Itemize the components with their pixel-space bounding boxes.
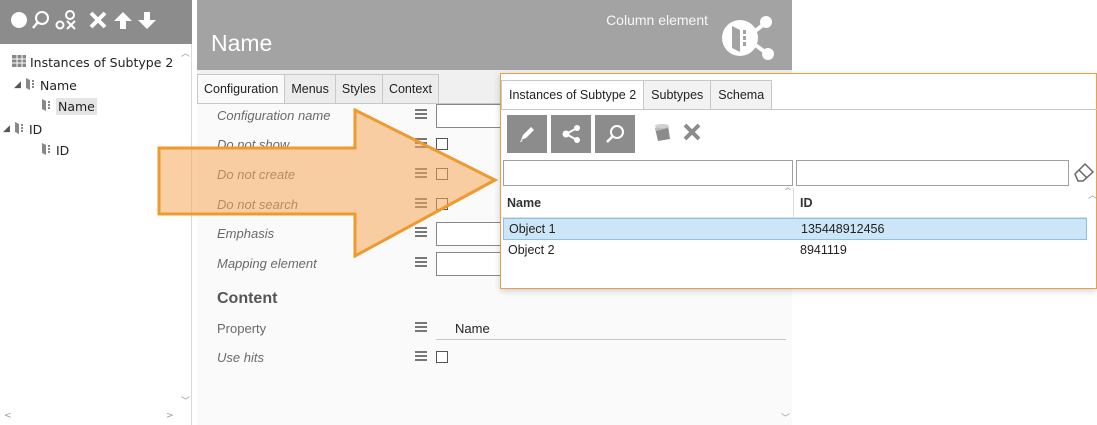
tree-node-label: Name (40, 77, 77, 93)
arrow-up-icon[interactable] (112, 9, 134, 31)
tree-node-name[interactable]: ◢ Name (14, 75, 77, 95)
tree-node-label: ID (29, 121, 43, 137)
tree-horizontal-scrollbar[interactable]: < > (0, 409, 192, 425)
column-icon (15, 121, 25, 137)
object-tree-panel: Instances of Subtype 2 ◢ Name Name ◢ ID (0, 0, 192, 425)
pencil-icon (520, 127, 534, 142)
column-icon (42, 98, 52, 114)
panel-header: Name Column element (197, 0, 792, 70)
field-label: Use hits (217, 350, 264, 365)
field-use-hits: Use hits (217, 346, 777, 370)
cell-name: Object 2 (508, 243, 555, 257)
menu-lines-icon[interactable] (415, 109, 427, 121)
do-not-create-checkbox[interactable] (436, 168, 448, 180)
cell-id: 8941119 (800, 243, 847, 257)
relations-button[interactable] (551, 115, 591, 153)
tree-root[interactable]: Instances of Subtype 2 (12, 52, 173, 72)
field-label: Do not create (217, 167, 296, 182)
field-label: Emphasis (217, 226, 275, 241)
panel-title: Name (211, 30, 273, 56)
tab-instances[interactable]: Instances of Subtype 2 (501, 80, 645, 110)
tree-root-label: Instances of Subtype 2 (30, 54, 174, 70)
popup-toolbar (501, 111, 1097, 155)
tree-view: Instances of Subtype 2 ◢ Name Name ◢ ID (0, 48, 178, 408)
eraser-icon[interactable] (1073, 162, 1095, 182)
scroll-down-icon[interactable]: ﹀ (181, 394, 190, 407)
tab-menus[interactable]: Menus (285, 74, 336, 104)
tab-subtypes[interactable]: Subtypes (644, 80, 712, 110)
tab-divider (501, 109, 1097, 110)
search-button[interactable] (595, 115, 635, 153)
popup-tabs: Instances of Subtype 2 Subtypes Schema (501, 80, 773, 110)
relations-icon (562, 125, 580, 143)
do-not-show-checkbox[interactable] (436, 138, 448, 150)
expand-triangle-icon[interactable]: ◢ (3, 124, 13, 134)
content-heading: Content (217, 290, 278, 307)
close-icon[interactable] (679, 119, 705, 145)
scroll-up-icon[interactable]: ︿ (181, 46, 190, 59)
sort-arrow-icon: ^ (784, 187, 792, 197)
scroll-down-icon[interactable]: ﹀ (781, 411, 790, 424)
column-icon (42, 142, 52, 158)
column-header-name[interactable]: Name (507, 196, 541, 210)
grid-header: Name ^ ID (501, 187, 1087, 218)
arrow-down-icon[interactable] (136, 9, 158, 31)
tree-leaf-name[interactable]: Name (42, 96, 97, 116)
cell-name: Object 1 (509, 222, 556, 236)
name-filter-input[interactable] (503, 160, 793, 186)
tab-schema[interactable]: Schema (711, 80, 773, 110)
instances-popup: Instances of Subtype 2 Subtypes Schema N… (500, 73, 1097, 289)
property-value[interactable]: Name (455, 321, 490, 336)
tab-context[interactable]: Context (382, 74, 440, 104)
grid-vertical-scrollbar[interactable]: ︿ (1087, 188, 1097, 288)
use-hits-checkbox[interactable] (436, 351, 448, 363)
bucket-icon[interactable] (649, 119, 675, 145)
scroll-left-icon[interactable]: < (4, 411, 12, 421)
column-header-id[interactable]: ID (800, 196, 813, 210)
id-filter-input[interactable] (796, 160, 1069, 186)
tree-leaf-id[interactable]: ID (42, 140, 69, 160)
field-label: Do not search (217, 197, 298, 212)
close-icon[interactable] (87, 9, 109, 31)
field-property: Property Name (217, 317, 786, 341)
field-label: Configuration name (217, 108, 331, 123)
tree-toolbar (0, 0, 192, 44)
column-separator[interactable] (793, 188, 794, 218)
search-icon[interactable] (30, 9, 52, 31)
search-icon (606, 125, 624, 143)
circle-icon[interactable] (8, 9, 30, 31)
tree-vertical-scrollbar[interactable]: ︿ ﹀ (178, 44, 192, 408)
menu-lines-icon[interactable] (415, 168, 427, 180)
menu-lines-icon[interactable] (415, 257, 427, 269)
edit-button[interactable] (507, 115, 547, 153)
column-icon (26, 77, 36, 93)
field-label: Property (217, 321, 267, 336)
table-row[interactable]: Object 1 135448912456 (503, 218, 1087, 240)
menu-lines-icon[interactable] (415, 138, 427, 150)
tree-leaf-label: Name (56, 97, 97, 115)
tree-node-id[interactable]: ◢ ID (3, 119, 42, 139)
field-label: Mapping element (217, 256, 317, 271)
property-underline (436, 339, 786, 340)
menu-lines-icon[interactable] (415, 198, 427, 210)
do-not-search-checkbox[interactable] (436, 198, 448, 210)
column-element-icon (722, 16, 774, 60)
cell-id: 135448912456 (801, 222, 885, 236)
menu-lines-icon[interactable] (415, 322, 427, 334)
menu-lines-icon[interactable] (415, 227, 427, 239)
scroll-right-icon[interactable]: > (166, 411, 174, 421)
expand-triangle-icon[interactable]: ◢ (14, 80, 24, 90)
table-icon (12, 54, 26, 70)
panel-subtitle: Column element (606, 12, 708, 28)
table-row[interactable]: Object 2 8941119 (503, 240, 1087, 262)
tree-leaf-label: ID (56, 142, 70, 158)
configuration-tabs: Configuration Menus Styles Context (197, 74, 440, 104)
field-label: Do not show (217, 137, 290, 152)
menu-lines-icon[interactable] (415, 351, 427, 363)
link-delete-icon[interactable] (55, 9, 77, 31)
tab-configuration[interactable]: Configuration (197, 74, 286, 104)
scroll-up-icon[interactable]: ︿ (1088, 188, 1097, 201)
tab-styles[interactable]: Styles (335, 74, 383, 104)
